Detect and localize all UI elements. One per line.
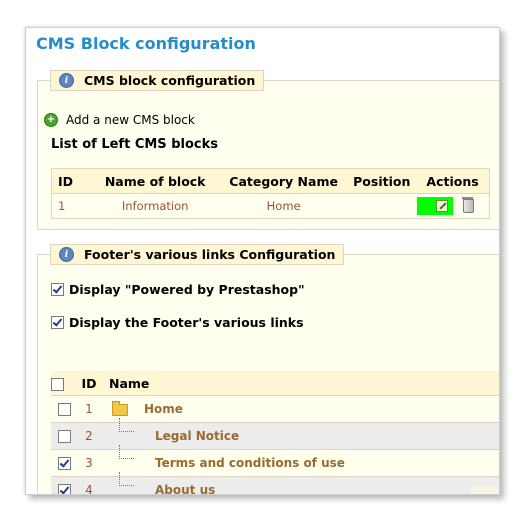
cell-id: 1 — [77, 395, 101, 423]
select-all-cell — [51, 371, 77, 396]
edit-button[interactable] — [417, 197, 454, 215]
col-name-of-block: Name of block — [90, 168, 220, 194]
info-icon: i — [59, 247, 74, 262]
row-checkbox[interactable] — [57, 430, 71, 443]
cell-position — [347, 193, 417, 219]
link-name[interactable]: Legal Notice — [155, 429, 239, 443]
folder-icon — [112, 400, 128, 416]
powered-by-checkbox[interactable] — [51, 283, 64, 296]
powered-by-label: Display "Powered by Prestashop" — [69, 282, 305, 297]
cell-category: Home — [219, 193, 348, 219]
scroll-corner — [471, 486, 499, 494]
tree-branch-icon — [119, 445, 134, 459]
cms-block-legend: i CMS block configuration — [50, 70, 265, 91]
row-checkbox-cell — [51, 395, 77, 423]
col-category-name: Category Name — [219, 168, 348, 194]
col-id: ID — [77, 371, 101, 396]
row-checkbox[interactable] — [57, 403, 71, 416]
info-icon: i — [59, 73, 74, 88]
link-name[interactable]: Terms and conditions of use — [155, 456, 345, 470]
footer-links-legend: i Footer's various links Configuration — [50, 244, 345, 265]
row-checkbox[interactable] — [57, 457, 71, 470]
cms-blocks-table: ID Name of block Category Name Position … — [51, 168, 490, 219]
add-cms-block-label[interactable]: Add a new CMS block — [66, 113, 195, 127]
row-checkbox[interactable] — [57, 484, 71, 494]
cell-name[interactable]: Information — [90, 193, 220, 219]
powered-by-option[interactable]: Display "Powered by Prestashop" — [51, 282, 305, 297]
cms-block-fieldset: i CMS block configuration + Add a new CM… — [37, 70, 499, 230]
table-row[interactable]: 4 About us — [51, 472, 499, 494]
cell-id: 3 — [77, 449, 101, 477]
admin-window: CMS Block configuration i CMS block conf… — [25, 27, 500, 495]
cell-id: 1 — [51, 193, 91, 219]
col-actions: Actions — [416, 168, 490, 194]
cms-block-legend-label: CMS block configuration — [84, 73, 256, 88]
cell-name: Legal Notice — [101, 418, 499, 450]
cell-name: About us — [101, 472, 499, 494]
add-cms-block-link[interactable]: + Add a new CMS block — [44, 113, 195, 127]
add-icon: + — [44, 113, 58, 127]
table-header-row: ID Name of block Category Name Position … — [51, 168, 490, 194]
tree-branch-icon — [119, 418, 134, 432]
row-checkbox-cell — [51, 422, 77, 450]
cell-name: Terms and conditions of use — [101, 445, 499, 477]
cell-name: Home — [101, 395, 499, 423]
footer-links-legend-label: Footer's various links Configuration — [84, 247, 336, 262]
footer-links-label: Display the Footer's various links — [69, 315, 304, 330]
col-name: Name — [101, 371, 499, 396]
link-name[interactable]: Home — [144, 402, 183, 416]
select-all-checkbox[interactable] — [51, 377, 64, 391]
footer-links-fieldset: i Footer's various links Configuration D… — [37, 244, 499, 494]
footer-links-option[interactable]: Display the Footer's various links — [51, 315, 304, 330]
footer-links-checkbox[interactable] — [51, 316, 64, 329]
table-header-row: ID Name — [51, 371, 499, 396]
table-row[interactable]: 1 Information Home — [51, 193, 490, 219]
col-id: ID — [51, 168, 91, 194]
row-checkbox-cell — [51, 476, 77, 494]
cell-id: 4 — [77, 476, 101, 494]
delete-icon[interactable] — [461, 197, 474, 213]
page-title: CMS Block configuration — [36, 34, 256, 53]
tree-branch-icon — [119, 472, 134, 486]
cell-id: 2 — [77, 422, 101, 450]
footer-links-table: ID Name 1 Home 2 Legal Notice 3 Terms an… — [51, 371, 499, 494]
edit-icon — [436, 200, 449, 212]
col-position: Position — [347, 168, 417, 194]
row-checkbox-cell — [51, 449, 77, 477]
cms-list-title: List of Left CMS blocks — [51, 137, 218, 152]
link-name[interactable]: About us — [155, 483, 215, 494]
cell-actions — [416, 193, 490, 219]
